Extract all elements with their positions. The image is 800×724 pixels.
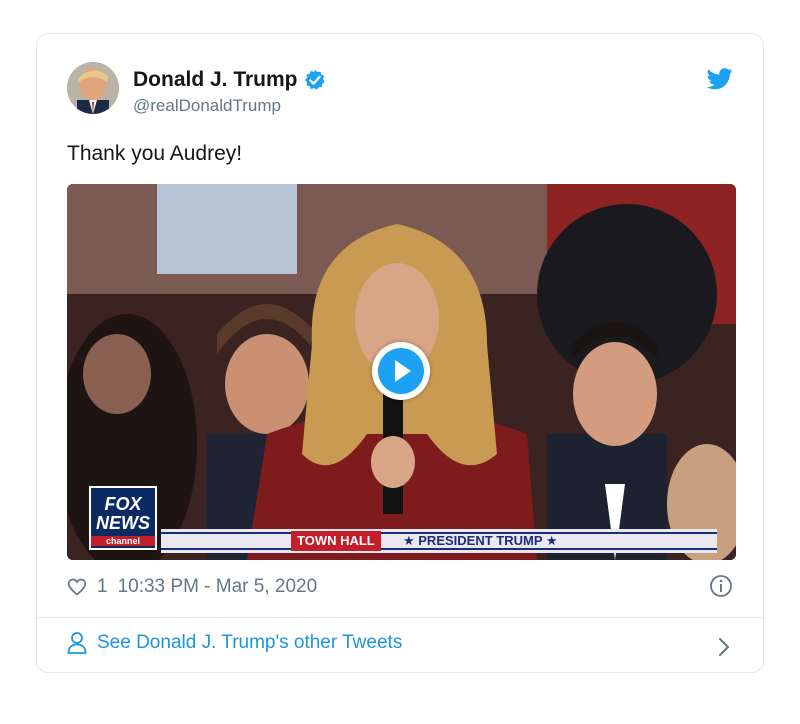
person-icon bbox=[67, 632, 87, 654]
display-name[interactable]: Donald J. Trump bbox=[133, 68, 326, 92]
tweet-meta: 1 10:33 PM - Mar 5, 2020 bbox=[67, 574, 317, 600]
fox-logo-line3: channel bbox=[91, 536, 155, 546]
fox-logo-line2: NEWS bbox=[96, 513, 150, 533]
news-ticker: TOWN HALL ★ PRESIDENT TRUMP ★ bbox=[161, 529, 717, 553]
verified-badge-icon bbox=[304, 69, 325, 90]
chevron-right-icon[interactable] bbox=[717, 636, 731, 658]
info-icon[interactable] bbox=[709, 574, 733, 598]
play-button[interactable] bbox=[372, 342, 430, 400]
like-count[interactable]: 1 bbox=[97, 576, 108, 598]
tweet-card: Donald J. Trump @realDonaldTrump Thank y… bbox=[36, 33, 764, 673]
video-player[interactable]: FOX NEWS channel TOWN HALL ★ PRESIDENT T… bbox=[67, 184, 736, 560]
timestamp[interactable]: 10:33 PM - Mar 5, 2020 bbox=[118, 576, 318, 598]
fox-logo-line1: FOX bbox=[104, 494, 142, 514]
ticker-segment: TOWN HALL bbox=[291, 531, 381, 551]
avatar-image bbox=[67, 62, 119, 114]
twitter-bird-icon[interactable] bbox=[707, 68, 733, 90]
divider bbox=[37, 617, 763, 618]
avatar[interactable] bbox=[67, 62, 119, 114]
ticker-program: ★ PRESIDENT TRUMP ★ bbox=[403, 533, 558, 548]
see-other-tweets-label[interactable]: See Donald J. Trump's other Tweets bbox=[97, 632, 402, 654]
handle[interactable]: @realDonaldTrump bbox=[133, 96, 281, 116]
heart-icon[interactable] bbox=[67, 577, 87, 597]
see-other-tweets-link[interactable]: See Donald J. Trump's other Tweets bbox=[67, 632, 402, 654]
tweet-header: Donald J. Trump @realDonaldTrump bbox=[67, 62, 733, 118]
tweet-text: Thank you Audrey! bbox=[67, 142, 243, 165]
display-name-text[interactable]: Donald J. Trump bbox=[133, 68, 298, 92]
fox-news-logo: FOX NEWS channel bbox=[89, 486, 157, 550]
play-icon bbox=[378, 348, 424, 394]
